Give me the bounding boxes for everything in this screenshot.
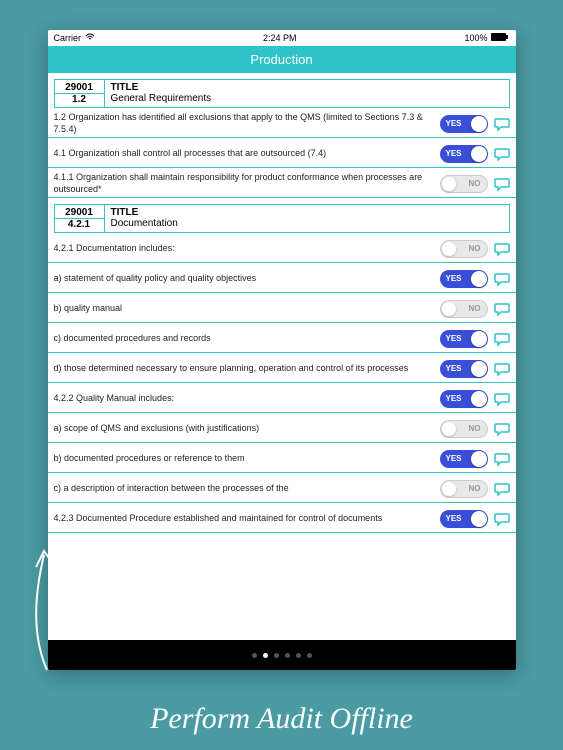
toggle-yes[interactable]: YES xyxy=(440,270,488,288)
section-code: 290011.2 xyxy=(55,80,105,107)
page-indicator xyxy=(48,640,516,670)
toggle-no[interactable]: NO xyxy=(440,480,488,498)
audit-question: c) documented procedures and records xyxy=(54,333,440,344)
audit-question: 4.1.1 Organization shall maintain respon… xyxy=(54,172,440,195)
toggle-yes[interactable]: YES xyxy=(440,330,488,348)
audit-row: d) those determined necessary to ensure … xyxy=(48,353,516,383)
audit-question: 4.1 Organization shall control all proce… xyxy=(54,148,440,159)
toggle-yes[interactable]: YES xyxy=(440,115,488,133)
status-bar: Carrier 2:24 PM 100% xyxy=(48,30,516,46)
audit-question: a) statement of quality policy and quali… xyxy=(54,273,440,284)
audit-row: 4.1 Organization shall control all proce… xyxy=(48,138,516,168)
audit-row: 4.2.1 Documentation includes:NO xyxy=(48,233,516,263)
audit-row: c) documented procedures and recordsYES xyxy=(48,323,516,353)
audit-row: b) quality manualNO xyxy=(48,293,516,323)
page-title: Production xyxy=(250,52,312,67)
audit-question: b) quality manual xyxy=(54,303,440,314)
audit-row: 4.1.1 Organization shall maintain respon… xyxy=(48,168,516,198)
comment-icon[interactable] xyxy=(494,451,510,467)
audit-row: a) scope of QMS and exclusions (with jus… xyxy=(48,413,516,443)
comment-icon[interactable] xyxy=(494,511,510,527)
audit-question: d) those determined necessary to ensure … xyxy=(54,363,440,374)
battery-text: 100% xyxy=(464,33,487,43)
audit-row: 1.2 Organization has identified all excl… xyxy=(48,108,516,138)
page-dot[interactable] xyxy=(307,653,312,658)
comment-icon[interactable] xyxy=(494,331,510,347)
audit-row: 4.2.3 Documented Procedure established a… xyxy=(48,503,516,533)
toggle-no[interactable]: NO xyxy=(440,240,488,258)
section-header: 290014.2.1TITLEDocumentation xyxy=(54,204,510,233)
audit-question: a) scope of QMS and exclusions (with jus… xyxy=(54,423,440,434)
audit-question: c) a description of interaction between … xyxy=(54,483,440,494)
section-title: TITLEDocumentation xyxy=(105,205,509,232)
audit-row: b) documented procedures or reference to… xyxy=(48,443,516,473)
toggle-no[interactable]: NO xyxy=(440,175,488,193)
section-header: 290011.2TITLEGeneral Requirements xyxy=(54,79,510,108)
toggle-yes[interactable]: YES xyxy=(440,450,488,468)
battery-icon xyxy=(491,33,509,43)
page-dot[interactable] xyxy=(296,653,301,658)
comment-icon[interactable] xyxy=(494,361,510,377)
audit-question: 4.2.1 Documentation includes: xyxy=(54,243,440,254)
tutorial-caption: Perform Audit Offline xyxy=(0,702,563,736)
comment-icon[interactable] xyxy=(494,421,510,437)
app-header: Production xyxy=(48,46,516,73)
page-dot[interactable] xyxy=(285,653,290,658)
page-dot[interactable] xyxy=(274,653,279,658)
toggle-yes[interactable]: YES xyxy=(440,145,488,163)
toggle-yes[interactable]: YES xyxy=(440,510,488,528)
wifi-icon xyxy=(85,33,95,43)
section-code: 290014.2.1 xyxy=(55,205,105,232)
toggle-yes[interactable]: YES xyxy=(440,360,488,378)
comment-icon[interactable] xyxy=(494,271,510,287)
section-title: TITLEGeneral Requirements xyxy=(105,80,509,107)
audit-question: 1.2 Organization has identified all excl… xyxy=(54,112,440,135)
page-dot[interactable] xyxy=(252,653,257,658)
comment-icon[interactable] xyxy=(494,301,510,317)
comment-icon[interactable] xyxy=(494,391,510,407)
toggle-no[interactable]: NO xyxy=(440,300,488,318)
audit-question: 4.2.2 Quality Manual includes: xyxy=(54,393,440,404)
audit-row: a) statement of quality policy and quali… xyxy=(48,263,516,293)
tutorial-arrow xyxy=(22,545,72,680)
carrier-text: Carrier xyxy=(54,33,82,43)
audit-question: b) documented procedures or reference to… xyxy=(54,453,440,464)
audit-row: c) a description of interaction between … xyxy=(48,473,516,503)
page-dot[interactable] xyxy=(263,653,268,658)
comment-icon[interactable] xyxy=(494,241,510,257)
comment-icon[interactable] xyxy=(494,146,510,162)
comment-icon[interactable] xyxy=(494,481,510,497)
audit-question: 4.2.3 Documented Procedure established a… xyxy=(54,513,440,524)
comment-icon[interactable] xyxy=(494,116,510,132)
comment-icon[interactable] xyxy=(494,176,510,192)
audit-row: 4.2.2 Quality Manual includes:YES xyxy=(48,383,516,413)
device-frame: Carrier 2:24 PM 100% Production 290011.2… xyxy=(48,30,516,670)
content-scroll[interactable]: 290011.2TITLEGeneral Requirements 1.2 Org… xyxy=(48,73,516,640)
toggle-no[interactable]: NO xyxy=(440,420,488,438)
toggle-yes[interactable]: YES xyxy=(440,390,488,408)
clock-text: 2:24 PM xyxy=(263,33,297,43)
